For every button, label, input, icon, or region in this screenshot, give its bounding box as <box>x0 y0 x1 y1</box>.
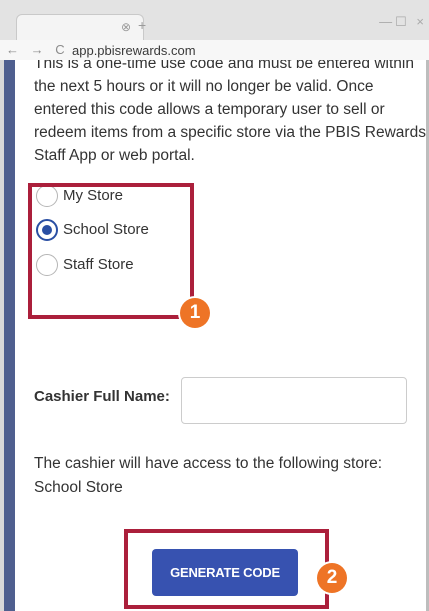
callout-highlight-generate <box>124 529 329 609</box>
tab-close-icon[interactable]: ⊗ <box>121 20 131 34</box>
store-access-text: The cashier will have access to the foll… <box>34 455 383 496</box>
window-controls-icon[interactable]: —☐ × <box>379 14 427 30</box>
cashier-name-input[interactable] <box>181 377 407 424</box>
callout-badge-1: 1 <box>180 298 210 328</box>
tab-strip: ⊗ + —☐ × <box>0 0 429 41</box>
callout-badge-2: 2 <box>317 563 347 593</box>
page-edge <box>0 60 4 611</box>
address-bar: ← → C app.pbisrewards.com <box>0 40 429 61</box>
navigation-icons[interactable]: ← → C <box>6 42 69 57</box>
instructions-text: This is a one-time use code and must be … <box>34 60 426 164</box>
url-text[interactable]: app.pbisrewards.com <box>72 43 196 58</box>
callout-highlight-store-options <box>28 183 194 319</box>
new-tab-icon[interactable]: + <box>138 18 146 32</box>
browser-window: ⊗ + —☐ × ← → C app.pbisrewards.com This … <box>0 0 429 611</box>
cashier-name-label: Cashier Full Name: <box>34 388 170 405</box>
